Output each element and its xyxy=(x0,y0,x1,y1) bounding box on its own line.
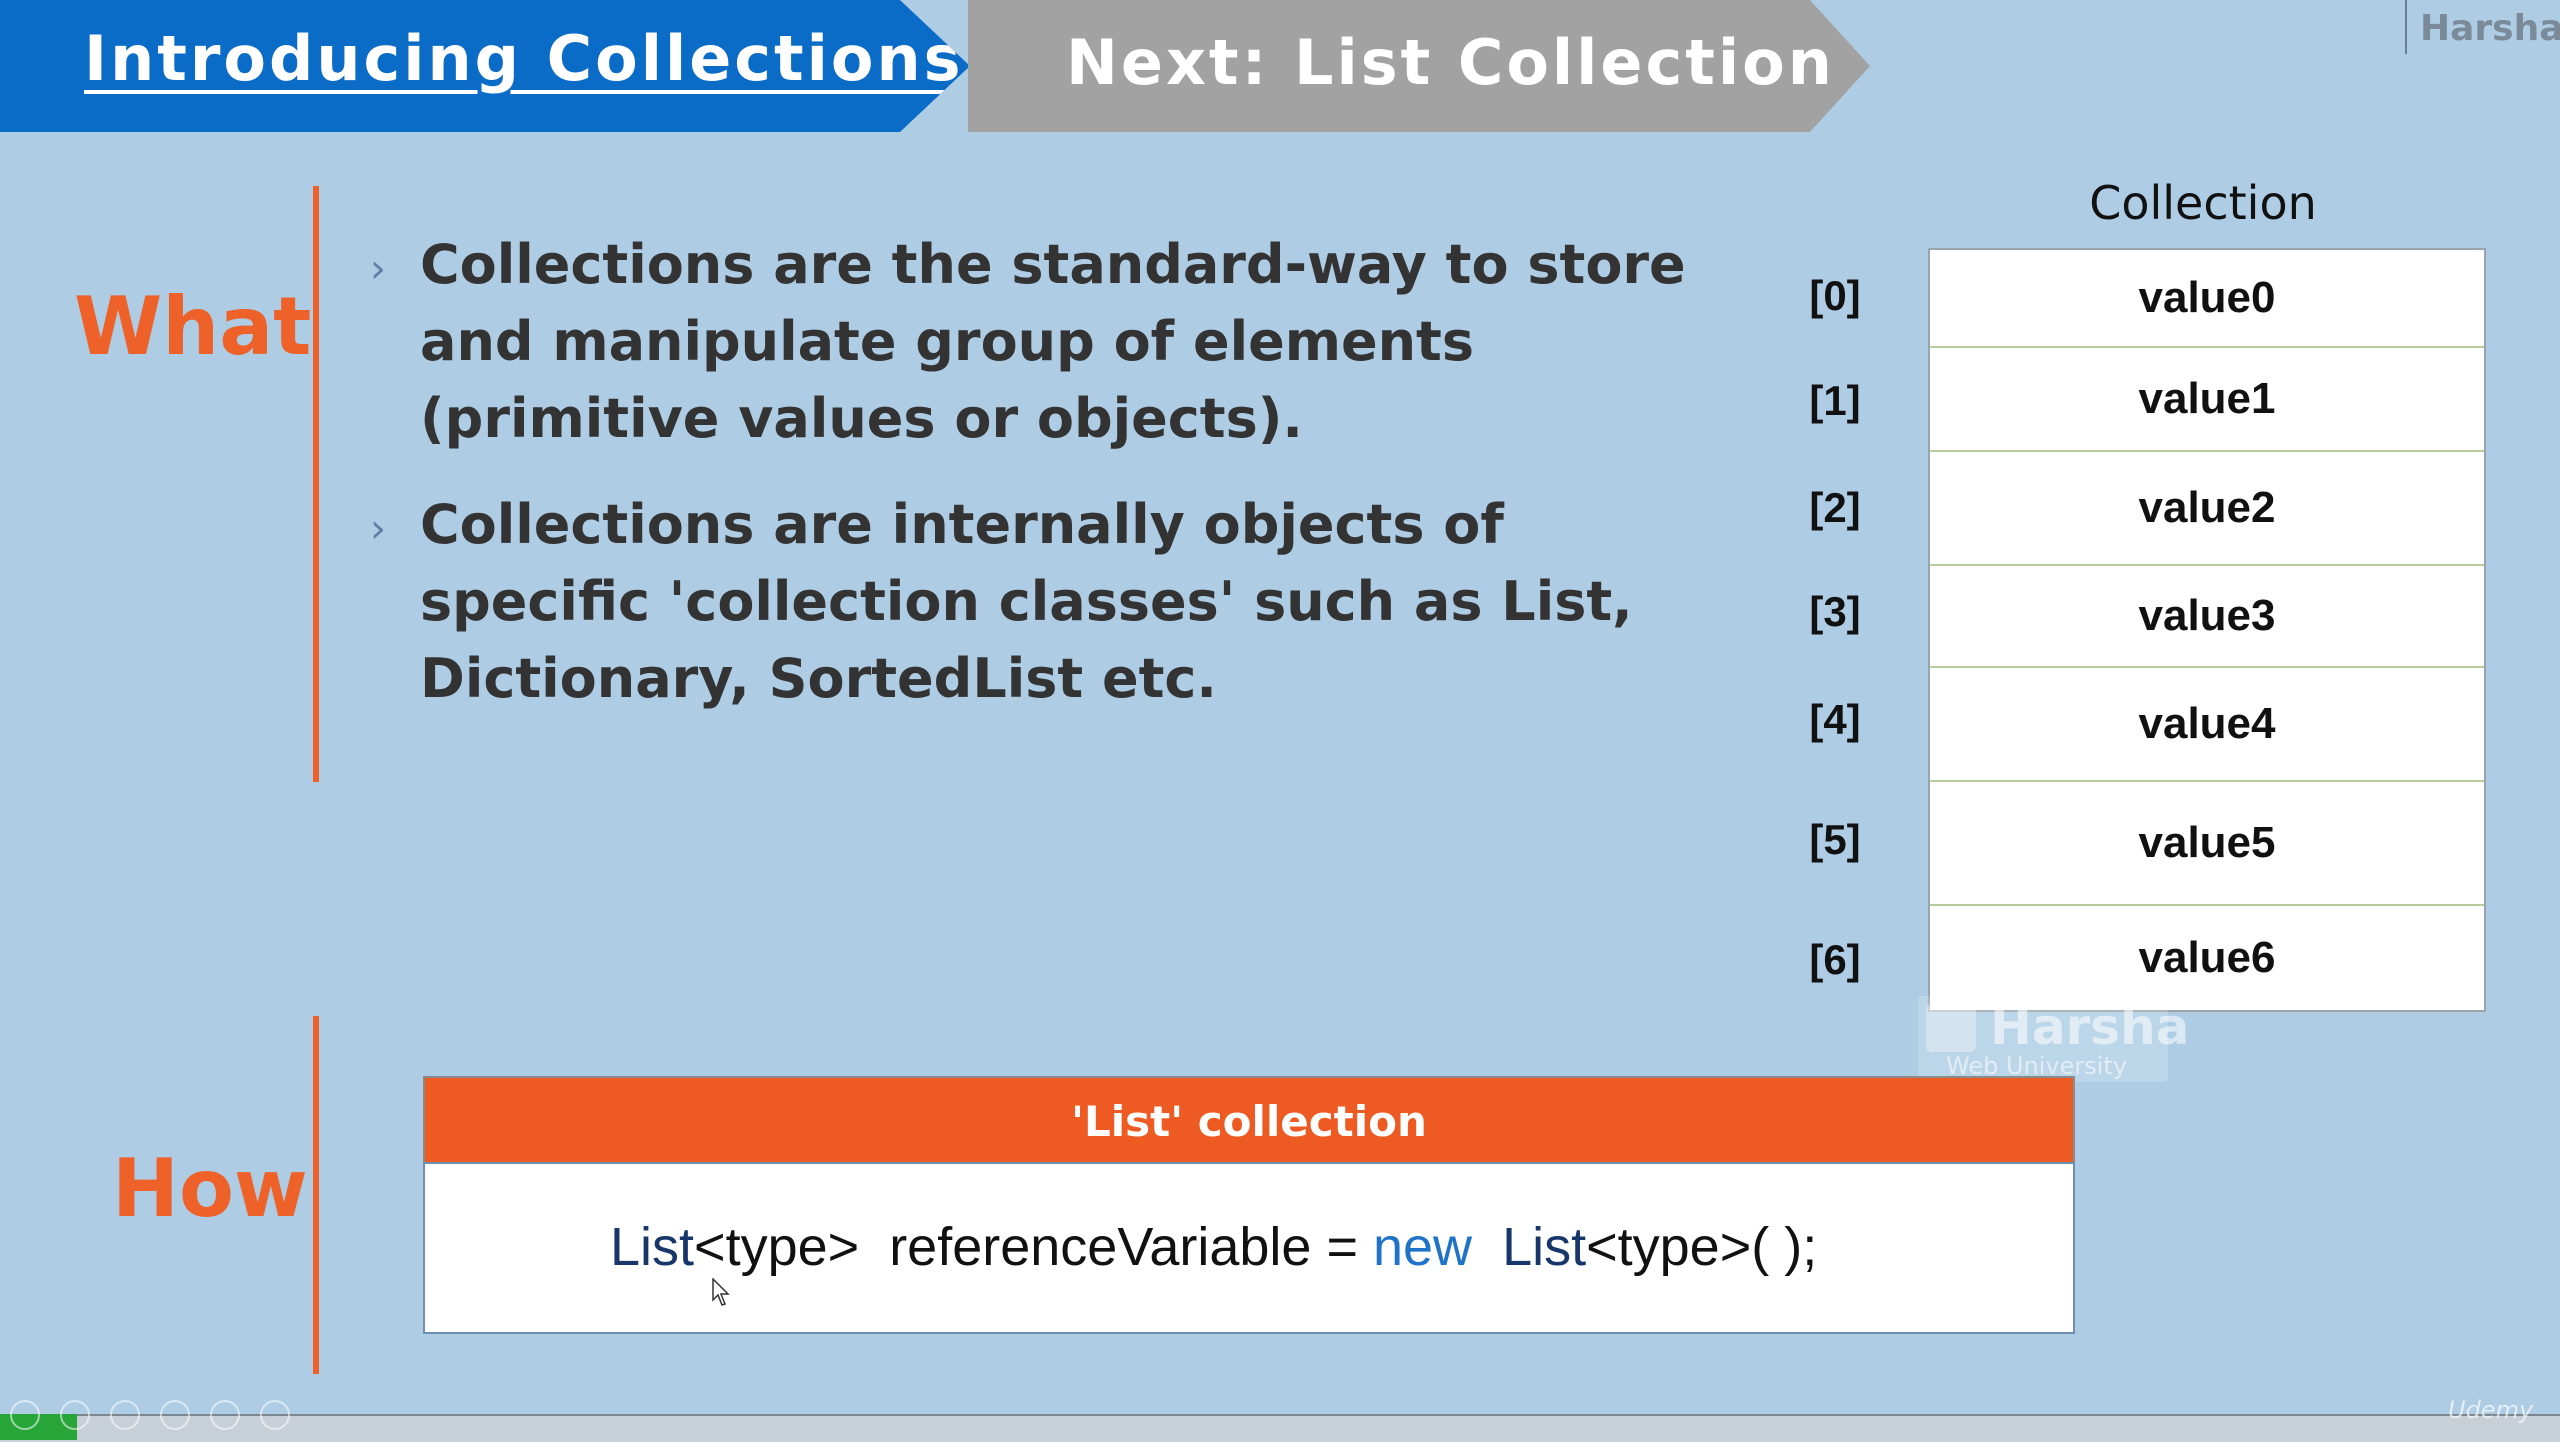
more-options-icon[interactable] xyxy=(260,1400,290,1430)
code-type-name: List xyxy=(1502,1217,1587,1277)
what-heading: What xyxy=(74,280,312,373)
collection-cell: value3 xyxy=(1930,566,2484,668)
next-topic-title: Next: List Collection xyxy=(1066,26,1835,99)
pen-icon[interactable] xyxy=(110,1400,140,1430)
zoom-icon[interactable] xyxy=(210,1400,240,1430)
bullet-item: › Collections are the standard-way to st… xyxy=(370,226,1700,466)
what-divider xyxy=(313,186,319,782)
code-type-name: List xyxy=(610,1217,695,1277)
code-keyword-new: new xyxy=(1372,1217,1473,1277)
collection-index: [0] xyxy=(1809,272,1861,319)
collection-cell: value0 xyxy=(1930,250,2484,348)
collection-index: [4] xyxy=(1809,696,1861,743)
code-line: List<type> referenceVariable = new List<… xyxy=(610,1216,1817,1278)
collection-index: [2] xyxy=(1809,484,1861,531)
collection-cell: value2 xyxy=(1930,452,2484,566)
watermark-name: Harsha xyxy=(1990,998,2190,1056)
code-segment: <type> referenceVariable = xyxy=(694,1217,1373,1277)
next-topic-tab: Next: List Collection xyxy=(968,0,1870,132)
previous-icon[interactable] xyxy=(10,1400,40,1430)
collection-cell: value6 xyxy=(2138,933,2276,982)
code-segment: <type>( ); xyxy=(1586,1217,1818,1277)
collection-cell: value5 xyxy=(1930,782,2484,906)
brand-divider xyxy=(2405,0,2407,54)
collection-index: [6] xyxy=(1809,936,1861,983)
collection-cell: value1 xyxy=(1930,348,2484,452)
bullet-text: Collections are the standard-way to stor… xyxy=(420,233,1686,450)
collection-title: Collection xyxy=(2089,176,2317,230)
collection-table: value0 value1 value2 value3 value4 value… xyxy=(1928,248,2486,1012)
collection-cell: value4 xyxy=(1930,668,2484,782)
collection-index: [1] xyxy=(1809,377,1861,424)
bullet-text: Collections are internally objects of sp… xyxy=(420,493,1633,710)
syntax-box-body: List<type> referenceVariable = new List<… xyxy=(423,1162,2075,1334)
syntax-box-title: 'List' collection xyxy=(1071,1096,1427,1146)
next-icon[interactable] xyxy=(60,1400,90,1430)
chevron-right-icon: › xyxy=(370,506,386,552)
collection-index: [3] xyxy=(1809,588,1861,635)
current-topic-tab: Introducing Collections xyxy=(0,0,970,132)
udemy-logo: Udemy xyxy=(2448,1396,2534,1424)
chevron-right-icon: › xyxy=(370,246,386,292)
how-divider xyxy=(313,1016,319,1374)
video-progress-bar[interactable] xyxy=(0,1414,2560,1442)
current-topic-title: Introducing Collections xyxy=(84,22,964,95)
bullet-item: › Collections are internally objects of … xyxy=(370,486,1700,726)
watermark-logo-icon xyxy=(1926,1004,1976,1052)
how-heading: How xyxy=(112,1142,308,1235)
mouse-cursor-icon xyxy=(712,1278,730,1306)
syntax-box-header: 'List' collection xyxy=(423,1076,2075,1164)
slides-icon[interactable] xyxy=(160,1400,190,1430)
collection-index: [5] xyxy=(1809,816,1861,863)
brand-name: Harsha xyxy=(2420,8,2560,49)
